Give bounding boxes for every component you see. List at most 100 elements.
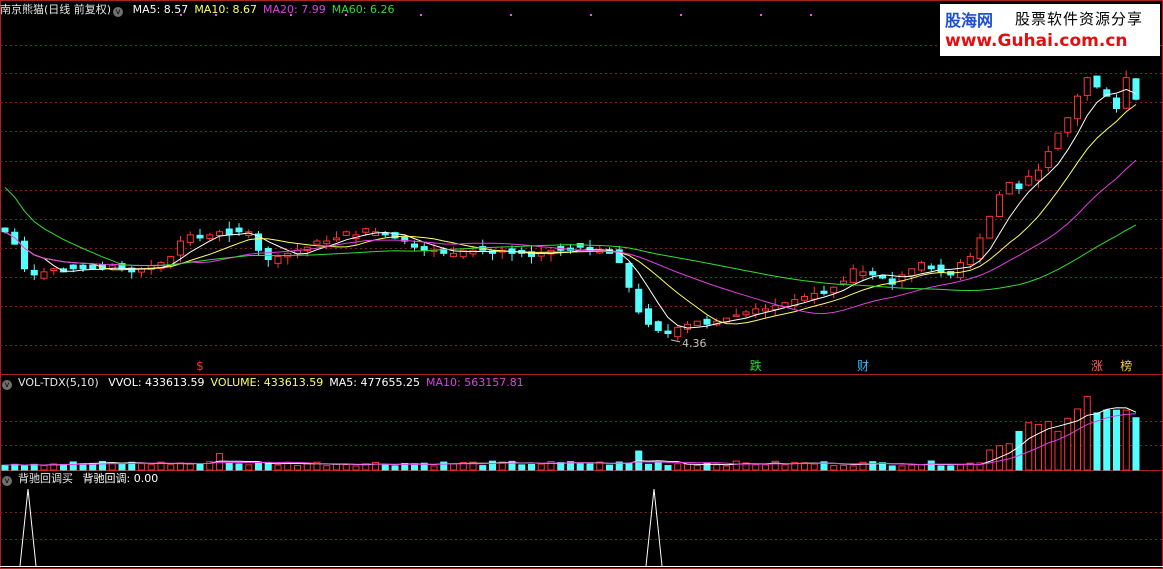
candle-up xyxy=(839,280,848,285)
volume-bar-up xyxy=(761,464,770,471)
candle-up xyxy=(1054,132,1062,149)
volume-bar-up xyxy=(781,464,789,471)
volume-bar-up xyxy=(1064,417,1072,471)
volume-bar-down xyxy=(1132,417,1140,471)
watermark-slogan: 股票软件资源分享 xyxy=(1015,10,1144,28)
event-marker: 财 xyxy=(857,359,869,373)
volume-bar-up xyxy=(303,463,311,471)
candle-down xyxy=(878,275,887,279)
ma60-line xyxy=(4,187,1137,292)
indicator-toggle-icon[interactable]: v xyxy=(113,7,124,17)
candle-up xyxy=(849,268,857,283)
volume-bar-up xyxy=(137,463,146,471)
volume-legend: v VOL-TDX(5,10) VVOL: 433613.59 VOLUME: 43… xyxy=(0,376,536,390)
candle-down xyxy=(820,290,828,294)
top-dot xyxy=(760,14,762,16)
candle-down xyxy=(635,288,643,313)
volume-toggle-icon[interactable]: v xyxy=(2,380,12,390)
candle-down xyxy=(927,265,935,270)
candle-up xyxy=(323,240,331,245)
volume-bar-down xyxy=(664,465,672,471)
candle-up xyxy=(683,323,692,330)
candle-up xyxy=(771,305,779,310)
main-legend: 南京熊猫(日线 前复权) v MA5: 8.57 MA10: 8.67 MA20: 7… xyxy=(0,3,406,17)
stock-chart-window: 4.36 $ 跌财涨榜 南京熊猫(日线 前复权) v MA5: 8.57 MA10: 8… xyxy=(0,0,1163,569)
volume-bar-up xyxy=(186,463,194,471)
signal-indicator-name: 背驰回调买 xyxy=(18,472,73,485)
volume-bar-up xyxy=(898,465,906,471)
candle-up xyxy=(362,228,370,233)
candle-up xyxy=(215,231,224,236)
volume-bar-down xyxy=(625,462,633,471)
top-dot xyxy=(810,14,812,16)
candle-up xyxy=(449,252,458,258)
ma-label-3: MA60: 6.26 xyxy=(331,3,395,16)
volume-bar-up xyxy=(986,449,994,471)
volume-label-2: MA5: 477655.25 xyxy=(329,376,420,389)
volume-bar-down xyxy=(235,463,243,471)
candle-down xyxy=(654,321,662,331)
volume-indicator-name: VOL-TDX(5,10) xyxy=(18,376,99,389)
signal-toggle-icon[interactable]: v xyxy=(2,476,12,486)
candle-up xyxy=(1005,181,1013,195)
candle-down xyxy=(89,264,97,270)
candle-up xyxy=(50,268,58,272)
candle-up xyxy=(469,249,477,255)
candle-up xyxy=(1034,169,1043,181)
candle-down xyxy=(264,247,272,261)
candle-up xyxy=(742,311,750,316)
volume-bar-down xyxy=(69,461,77,471)
candle-up xyxy=(908,268,916,276)
ma-labels: MA5: 8.57 MA10: 8.67 MA20: 7.99 MA60: 6.26 xyxy=(133,3,401,16)
volume-bar-up xyxy=(537,463,545,471)
stock-name: 南京熊猫 xyxy=(0,3,44,16)
candle-down xyxy=(410,243,419,248)
candle-up xyxy=(956,262,965,279)
volume-bar-down xyxy=(225,463,233,471)
candle-up xyxy=(781,302,789,307)
candle-down xyxy=(625,262,633,288)
candle-down xyxy=(644,308,653,325)
candle-up xyxy=(752,308,760,315)
volume-bar-down xyxy=(927,460,935,471)
volume-bar-down xyxy=(644,463,653,471)
volume-labels: VVOL: 433613.59 VOLUME: 433613.59 MA5: 477… xyxy=(108,376,530,389)
watermark-url: www.Guhai.com.cn xyxy=(945,31,1128,51)
volume-bar-down xyxy=(576,463,584,471)
candle-up xyxy=(1073,95,1082,120)
volume-bar-down xyxy=(518,464,526,471)
volume-bar-up xyxy=(40,464,48,471)
candle-up xyxy=(313,240,321,245)
candle-up xyxy=(186,234,194,243)
candle-down xyxy=(937,264,945,273)
event-marker: $ xyxy=(196,359,204,373)
volume-bar-down xyxy=(488,460,497,471)
volume-label-3: MA10: 563157.81 xyxy=(425,376,524,389)
candle-up xyxy=(732,314,740,317)
volume-bar-down xyxy=(381,463,389,471)
volume-label-0: VVOL: 433613.59 xyxy=(108,376,205,389)
volume-bar-up xyxy=(1083,395,1091,471)
candle-up xyxy=(1044,151,1052,168)
candle-down xyxy=(703,318,711,325)
candle-down xyxy=(225,228,233,236)
candle-up xyxy=(976,237,984,260)
volume-bar-up xyxy=(430,465,438,471)
candle-up xyxy=(917,262,926,271)
candle-down xyxy=(1112,97,1121,109)
volume-bar-down xyxy=(888,465,896,471)
volume-bar-down xyxy=(1112,409,1121,471)
volume-bar-up xyxy=(908,464,916,471)
candle-up xyxy=(966,255,974,266)
volume-bar-up xyxy=(674,463,682,471)
volume-bar-up xyxy=(683,463,692,471)
candle-down xyxy=(69,264,77,270)
volume-bar-up xyxy=(147,464,155,471)
volume-bar-down xyxy=(391,465,399,471)
top-dot xyxy=(590,14,592,16)
kline-chart[interactable]: 4.36 $ 跌 财 涨 榜 xyxy=(0,0,1163,569)
volume-ma5-line xyxy=(4,407,1137,466)
ma5-line xyxy=(4,88,1137,329)
volume-bar-up xyxy=(917,464,926,471)
signal-spike xyxy=(19,488,37,567)
